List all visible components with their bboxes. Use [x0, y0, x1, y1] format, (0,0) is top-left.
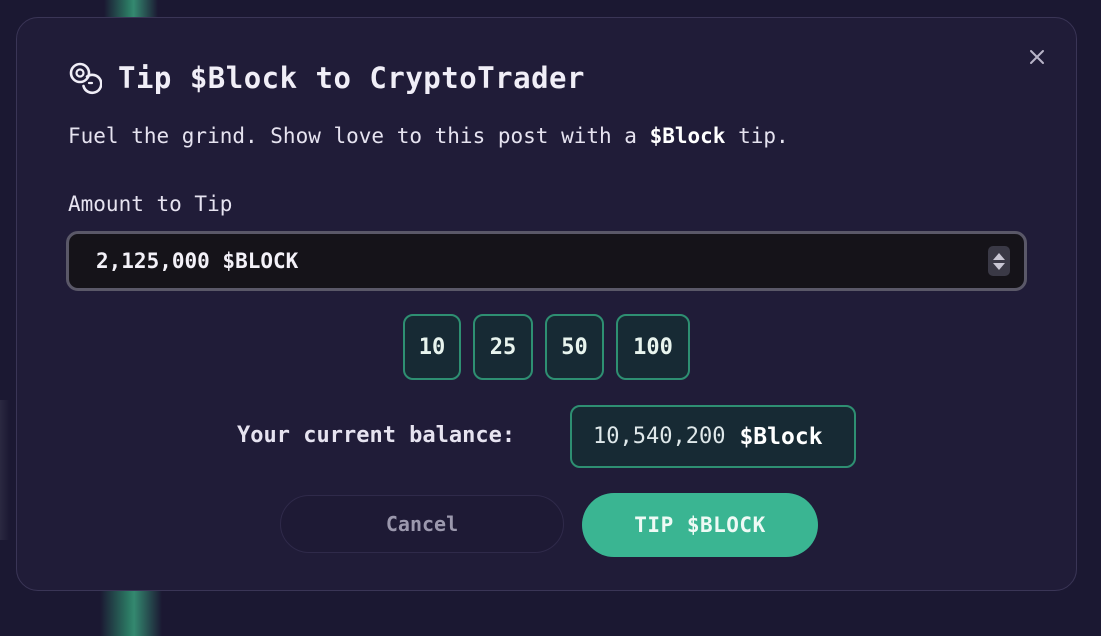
stepper-up-icon[interactable]: [993, 252, 1005, 260]
balance-label: Your current balance:: [237, 423, 516, 448]
cancel-button[interactable]: Cancel: [280, 495, 564, 553]
modal-subtitle: Fuel the grind. Show love to this post w…: [68, 124, 789, 148]
preset-button-25[interactable]: 25: [473, 314, 533, 380]
modal-header: Tip $Block to CryptoTrader: [68, 58, 585, 98]
background-glow-bottom: [100, 590, 162, 636]
background-glow-left: [0, 400, 10, 540]
amount-field: [66, 231, 1027, 291]
close-icon[interactable]: [1029, 49, 1045, 65]
subtitle-token: $Block: [649, 124, 726, 148]
amount-input[interactable]: [69, 234, 988, 288]
balance-unit: $Block: [739, 423, 823, 450]
balance-value: 10,540,200: [593, 424, 726, 449]
tip-button[interactable]: TIP $BLOCK: [582, 493, 818, 557]
amount-label: Amount to Tip: [68, 192, 233, 216]
modal-title: Tip $Block to CryptoTrader: [118, 61, 585, 95]
close-button[interactable]: [1022, 42, 1052, 72]
preset-button-10[interactable]: 10: [403, 314, 461, 380]
balance-display: 10,540,200 $Block: [570, 405, 856, 468]
coins-icon: [68, 60, 104, 96]
stepper-down-icon[interactable]: [993, 262, 1005, 270]
subtitle-text: Fuel the grind. Show love to this post w…: [68, 124, 650, 148]
preset-button-100[interactable]: 100: [616, 314, 690, 380]
preset-button-50[interactable]: 50: [545, 314, 604, 380]
subtitle-end: tip.: [725, 124, 789, 148]
amount-stepper[interactable]: [988, 246, 1010, 276]
